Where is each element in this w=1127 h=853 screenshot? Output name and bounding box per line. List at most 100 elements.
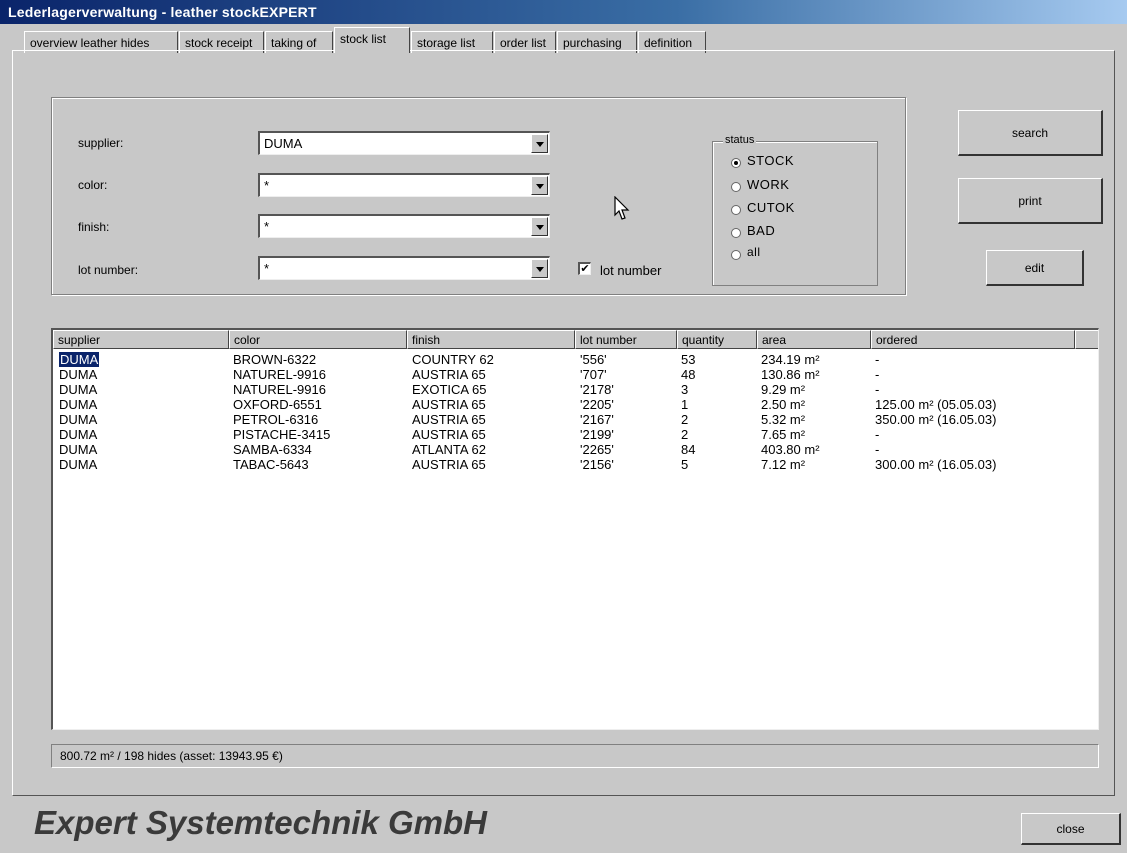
close-button[interactable]: close [1021,813,1121,845]
table-row[interactable]: DUMA PISTACHE-3415 AUSTRIA 65 '2199' 2 7.65 m… [53,427,1097,442]
chevron-down-icon[interactable] [531,134,548,153]
cell-ordered: - [875,382,880,397]
cell-color: NATUREL-9916 [233,367,326,382]
finish-label: finish: [78,220,110,234]
title-bar: Lederlagerverwaltung - leather stockEXPE… [0,0,1127,24]
cell-color: NATUREL-9916 [233,382,326,397]
status-option-stock: STOCK [747,153,795,168]
lot-number-checkbox[interactable]: ✔ [578,262,591,275]
cell-quantity: 1 [681,397,689,412]
cell-quantity: 84 [681,442,696,457]
column-header-area[interactable]: area [757,330,871,349]
status-option-bad: BAD [747,223,776,238]
cell-finish: ATLANTA 62 [412,442,486,457]
cell-supplier: DUMA [59,367,98,382]
cell-area: 403.80 m² [761,442,820,457]
cell-lot: '2265' [580,442,614,457]
chevron-down-icon[interactable] [531,217,548,236]
status-group: status STOCK WORK CUTOK BAD all [712,134,878,286]
search-button[interactable]: search [958,110,1103,156]
cell-lot: '2199' [580,427,614,442]
cell-color: SAMBA-6334 [233,442,312,457]
cell-supplier: DUMA [59,397,98,412]
column-header-ordered[interactable]: ordered [871,330,1075,349]
cell-color: OXFORD-6551 [233,397,322,412]
status-radio-stock[interactable] [731,158,741,168]
mouse-cursor-icon [614,196,630,220]
cell-lot: '2205' [580,397,614,412]
cell-lot: '2167' [580,412,614,427]
cell-supplier: DUMA [59,412,98,427]
status-radio-bad[interactable] [731,228,741,238]
cell-area: 234.19 m² [761,352,820,367]
column-header-finish[interactable]: finish [407,330,575,349]
cell-lot: '556' [580,352,607,367]
color-label: color: [78,178,108,192]
table-row[interactable]: DUMA PETROL-6316 AUSTRIA 65 '2167' 2 5.32 m² 3… [53,412,1097,427]
cell-supplier: DUMA [59,427,98,442]
summary-text: 800.72 m² / 198 hides (asset: 13943.95 €… [60,749,283,763]
table-row[interactable]: DUMA NATUREL-9916 AUSTRIA 65 '707' 48 130.86 … [53,367,1097,382]
table-row[interactable]: DUMA NATUREL-9916 EXOTICA 65 '2178' 3 9.29 m²… [53,382,1097,397]
color-value: * [264,178,270,193]
cell-lot: '707' [580,367,607,382]
finish-value: * [264,219,270,234]
supplier-select[interactable]: DUMA [258,131,550,155]
window-title: Lederlagerverwaltung - leather stockEXPE… [8,4,317,20]
cell-finish: EXOTICA 65 [412,382,487,397]
cell-area: 5.32 m² [761,412,806,427]
summary-bar: 800.72 m² / 198 hides (asset: 13943.95 €… [51,744,1099,768]
table-row[interactable]: DUMA BROWN-6322 COUNTRY 62 '556' 53 234.19 m²… [53,352,1097,367]
chevron-down-icon[interactable] [531,259,548,278]
cell-color: TABAC-5643 [233,457,309,472]
lot-number-label: lot number: [78,263,139,277]
cell-quantity: 2 [681,412,689,427]
status-radio-all[interactable] [731,250,741,260]
stock-table[interactable]: supplier color finish lot number quantit… [51,328,1099,730]
lot-number-select[interactable]: * [258,256,550,280]
table-row[interactable]: DUMA OXFORD-6551 AUSTRIA 65 '2205' 1 2.50 m² 1… [53,397,1097,412]
cell-finish: COUNTRY 62 [412,352,494,367]
column-header-color[interactable]: color [229,330,407,349]
status-radio-work[interactable] [731,182,741,192]
edit-button[interactable]: edit [986,250,1084,286]
cell-color: PETROL-6316 [233,412,319,427]
table-row[interactable]: DUMA SAMBA-6334 ATLANTA 62 '2265' 84 403.80 m… [53,442,1097,457]
cell-finish: AUSTRIA 65 [412,367,486,382]
finish-select[interactable]: * [258,214,550,238]
cell-supplier: DUMA [59,352,100,367]
status-radio-cutok[interactable] [731,205,741,215]
status-option-work: WORK [747,177,790,192]
color-select[interactable]: * [258,173,550,197]
cell-quantity: 5 [681,457,689,472]
chevron-down-icon[interactable] [531,176,548,195]
print-button[interactable]: print [958,178,1103,224]
cell-finish: AUSTRIA 65 [412,412,486,427]
cell-finish: AUSTRIA 65 [412,457,486,472]
cell-color: PISTACHE-3415 [233,427,331,442]
cell-area: 130.86 m² [761,367,820,382]
supplier-label: supplier: [78,136,124,150]
cell-area: 9.29 m² [761,382,806,397]
cell-lot: '2156' [580,457,614,472]
tab-stock-list[interactable]: stock list [334,27,410,53]
cell-quantity: 53 [681,352,696,367]
cell-ordered: 350.00 m² (16.05.03) [875,412,997,427]
column-header-filler [1075,330,1098,349]
supplier-value: DUMA [264,136,303,151]
cell-ordered: - [875,352,880,367]
lot-number-checkbox-label: lot number [600,263,662,278]
cell-quantity: 2 [681,427,689,442]
cell-finish: AUSTRIA 65 [412,397,486,412]
cell-lot: '2178' [580,382,614,397]
cell-quantity: 3 [681,382,689,397]
cell-ordered: 300.00 m² (16.05.03) [875,457,997,472]
status-option-cutok: CUTOK [747,200,795,215]
column-header-lot-number[interactable]: lot number [575,330,677,349]
table-row[interactable]: DUMA TABAC-5643 AUSTRIA 65 '2156' 5 7.12 m² 30… [53,457,1097,472]
column-header-supplier[interactable]: supplier [53,330,229,349]
cell-finish: AUSTRIA 65 [412,427,486,442]
column-header-quantity[interactable]: quantity [677,330,757,349]
cell-supplier: DUMA [59,457,98,472]
cell-area: 2.50 m² [761,397,806,412]
